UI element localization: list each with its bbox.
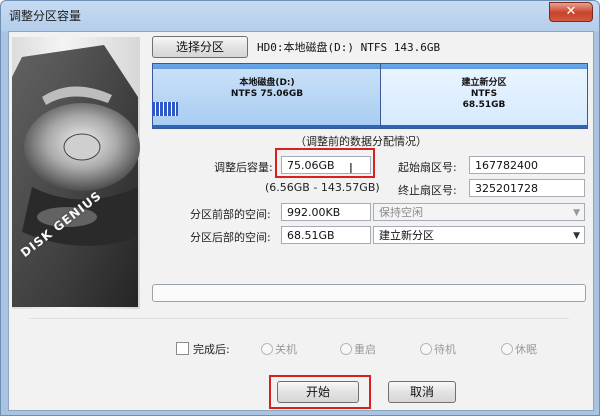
select-partition-button[interactable]: 选择分区	[152, 36, 248, 58]
partition-block-d[interactable]: 本地磁盘(D:) NTFS 75.06GB	[152, 63, 382, 129]
partition-block-new[interactable]: 建立新分区 NTFS 68.51GB	[380, 63, 588, 129]
chevron-down-icon: ▼	[573, 208, 580, 218]
after-done-label: 完成后:	[193, 343, 230, 356]
title-bar: 调整分区容量 ✕	[1, 1, 599, 29]
partition-d-fs: NTFS 75.06GB	[230, 89, 304, 99]
partition-d-name: 本地磁盘(D:)	[239, 78, 295, 88]
disk-info-label: HD0:本地磁盘(D:) NTFS 143.6GB	[257, 41, 441, 54]
rear-space-input[interactable]: 68.51GB	[281, 226, 371, 244]
radio-standby-label: 待机	[434, 343, 456, 356]
progress-bar	[152, 284, 586, 302]
resized-capacity-label: 调整后容量:	[214, 161, 273, 174]
front-space-select: 保持空闲 ▼	[373, 203, 585, 221]
front-space-label: 分区前部的空间:	[190, 208, 271, 221]
start-sector-input[interactable]: 167782400	[469, 156, 585, 174]
used-space-indicator	[152, 102, 178, 116]
divider	[29, 318, 569, 319]
radio-shutdown-label: 关机	[275, 343, 297, 356]
end-sector-label: 终止扇区号:	[398, 184, 457, 197]
rear-space-select[interactable]: 建立新分区 ▼	[373, 226, 585, 244]
rear-space-label: 分区后部的空间:	[190, 231, 271, 244]
capacity-highlight	[275, 148, 375, 178]
front-space-select-value: 保持空闲	[379, 206, 423, 219]
cancel-button[interactable]: 取消	[388, 381, 456, 403]
section-title: （调整前的数据分配情况）	[295, 135, 427, 148]
window-title: 调整分区容量	[9, 9, 82, 23]
text-cursor-icon: I	[349, 162, 353, 177]
radio-hibernate[interactable]	[501, 343, 513, 355]
radio-restart-label: 重启	[354, 343, 376, 356]
close-button[interactable]: ✕	[549, 2, 593, 22]
end-sector-input[interactable]: 325201728	[469, 179, 585, 197]
start-button[interactable]: 开始	[277, 381, 359, 403]
partition-new-size: 68.51GB	[462, 100, 506, 110]
radio-shutdown[interactable]	[261, 343, 273, 355]
after-done-checkbox[interactable]	[176, 342, 189, 355]
hard-disk-icon	[12, 45, 140, 307]
resize-partition-dialog: 调整分区容量 ✕ DISK GENIUS 选择分区 HD0:本地磁盘(D:) N…	[0, 0, 600, 416]
radio-hibernate-label: 休眠	[515, 343, 537, 356]
partition-new-name: 建立新分区	[461, 78, 507, 88]
front-space-input[interactable]: 992.00KB	[281, 203, 371, 221]
rear-space-select-value: 建立新分区	[379, 229, 434, 242]
disk-genius-logo: DISK GENIUS	[12, 37, 140, 309]
start-sector-label: 起始扇区号:	[398, 161, 457, 174]
radio-restart[interactable]	[340, 343, 352, 355]
partition-new-fs: NTFS	[470, 89, 498, 99]
chevron-down-icon[interactable]: ▼	[573, 227, 580, 245]
radio-standby[interactable]	[420, 343, 432, 355]
capacity-range-hint: (6.56GB - 143.57GB)	[265, 181, 380, 194]
dialog-body: DISK GENIUS 选择分区 HD0:本地磁盘(D:) NTFS 143.6…	[8, 31, 594, 411]
